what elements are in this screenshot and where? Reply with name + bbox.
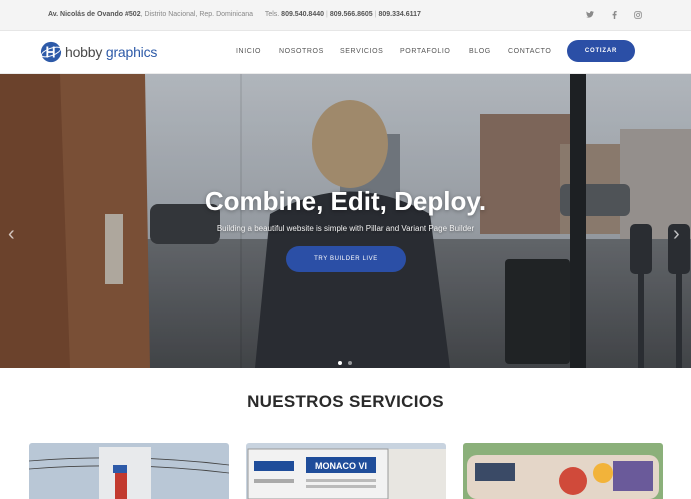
slider-dot-2[interactable] [348,361,352,365]
service-card-image [463,443,663,499]
facebook-icon[interactable] [608,0,620,30]
address-bold: Av. Nicolás de Ovando #502 [48,11,141,18]
try-builder-button[interactable]: TRY BUILDER LIVE [286,246,406,272]
hobby-graphics-logo-icon [40,41,62,63]
service-card-billboard[interactable]: MONACO VI [246,443,446,499]
main-navbar: hobby graphics INICIO NOSOTROS SERVICIOS… [0,31,691,74]
hero-background-image [0,74,691,368]
phone-1[interactable]: 809.540.8440 [281,11,324,18]
slider-prev-icon[interactable]: ‹ [8,224,15,244]
hero-title: Combine, Edit, Deploy. [204,186,487,216]
services-heading: NUESTROS SERVICIOS [247,392,444,411]
instagram-icon[interactable] [632,0,644,30]
nav-contacto[interactable]: CONTACTO [508,31,551,73]
tels-label: Tels. [264,11,280,18]
hero-slider: Combine, Edit, Deploy. Building a beauti… [0,74,691,368]
svg-text:MONACO VI: MONACO VI [315,461,367,471]
brand-name: hobby graphics [65,44,157,60]
brand-word-1: hobby [65,44,103,60]
brand-logo[interactable]: hobby graphics [40,40,157,64]
brand-word-2: graphics [105,44,158,60]
cotizar-button[interactable]: COTIZAR [567,40,635,62]
hero-subtitle: Building a beautiful website is simple w… [216,224,475,233]
contact-info: Av. Nicolás de Ovando #502, Distrito Nac… [48,11,421,18]
service-card-image: MONACO VI [246,443,446,499]
phone-3[interactable]: 809.334.6117 [378,11,420,18]
phone-2[interactable]: 809.566.8605 [330,11,373,18]
address-rest: , Distrito Nacional, Rep. Dominicana [140,11,254,18]
service-card-image [29,443,229,499]
service-card-signage[interactable] [29,443,229,499]
nav-nosotros[interactable]: NOSOTROS [279,31,324,73]
slider-dot-1[interactable] [338,361,342,365]
top-info-bar: Av. Nicolás de Ovando #502, Distrito Nac… [0,0,691,31]
slider-next-icon[interactable]: › [673,224,680,244]
twitter-icon[interactable] [584,0,596,30]
service-card-vehicle-wrap[interactable] [463,443,663,499]
nav-portafolio[interactable]: PORTAFOLIO [400,31,450,73]
nav-inicio[interactable]: INICIO [236,31,261,73]
nav-servicios[interactable]: SERVICIOS [340,31,383,73]
nav-blog[interactable]: BLOG [469,31,491,73]
